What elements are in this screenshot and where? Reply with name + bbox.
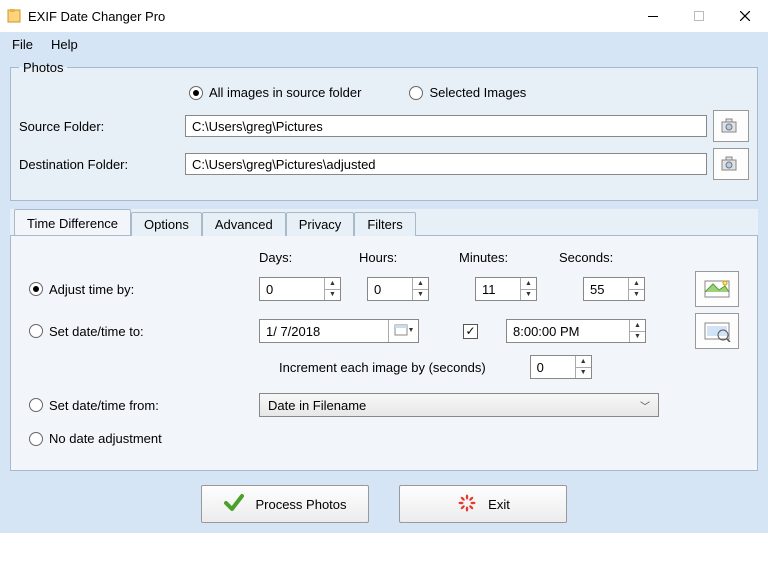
compare-adjust-button[interactable] <box>695 271 739 307</box>
down-arrow-icon[interactable]: ▼ <box>629 290 644 301</box>
exit-button[interactable]: Exit <box>399 485 567 523</box>
down-arrow-icon[interactable]: ▼ <box>325 290 340 301</box>
maximize-button[interactable] <box>676 0 722 32</box>
window-title: EXIF Date Changer Pro <box>28 9 165 24</box>
down-arrow-icon[interactable]: ▼ <box>521 290 536 301</box>
down-arrow-icon[interactable]: ▼ <box>630 332 645 343</box>
tab-filters[interactable]: Filters <box>354 212 415 236</box>
header-hours: Hours: <box>359 250 459 265</box>
close-button[interactable] <box>722 0 768 32</box>
days-value: 0 <box>260 282 324 297</box>
date-picker[interactable]: 1/ 7/2018 <box>259 319 419 343</box>
destination-folder-label: Destination Folder: <box>19 157 179 172</box>
exit-icon <box>456 492 478 517</box>
process-photos-label: Process Photos <box>255 497 346 512</box>
minutes-stepper[interactable]: 11 ▲▼ <box>475 277 537 301</box>
radio-set-datetime-to[interactable]: Set date/time to: <box>29 324 251 339</box>
tab-options[interactable]: Options <box>131 212 202 236</box>
photos-legend: Photos <box>19 60 67 75</box>
header-days: Days: <box>259 250 359 265</box>
chevron-down-icon: ﹀ <box>640 398 650 413</box>
tab-privacy[interactable]: Privacy <box>286 212 355 236</box>
increment-stepper[interactable]: 0 ▲▼ <box>530 355 592 379</box>
radio-none-label: No date adjustment <box>49 431 162 446</box>
hours-stepper[interactable]: 0 ▲▼ <box>367 277 429 301</box>
radio-set-from-label: Set date/time from: <box>49 398 159 413</box>
process-photos-button[interactable]: Process Photos <box>201 485 369 523</box>
time-picker[interactable]: 8:00:00 PM ▲▼ <box>506 319 646 343</box>
radio-no-adjustment[interactable]: No date adjustment <box>29 431 162 446</box>
up-arrow-icon[interactable]: ▲ <box>521 278 536 290</box>
radio-selected-images[interactable]: Selected Images <box>409 85 526 100</box>
source-folder-label: Source Folder: <box>19 119 179 134</box>
tab-time-difference[interactable]: Time Difference <box>14 209 131 235</box>
header-minutes: Minutes: <box>459 250 559 265</box>
radio-adjust-time-by[interactable]: Adjust time by: <box>29 282 251 297</box>
menubar: File Help <box>0 32 768 56</box>
calendar-dropdown-icon[interactable] <box>388 320 418 342</box>
photos-group: Photos All images in source folder Selec… <box>10 60 758 201</box>
up-arrow-icon[interactable]: ▲ <box>413 278 428 290</box>
titlebar: EXIF Date Changer Pro <box>0 0 768 32</box>
set-from-value: Date in Filename <box>268 398 366 413</box>
radio-adjust-label: Adjust time by: <box>49 282 134 297</box>
set-from-combo[interactable]: Date in Filename ﹀ <box>259 393 659 417</box>
tabstrip: Time Difference Options Advanced Privacy… <box>10 209 758 235</box>
hours-value: 0 <box>368 282 412 297</box>
menu-help[interactable]: Help <box>51 37 78 52</box>
seconds-stepper[interactable]: 55 ▲▼ <box>583 277 645 301</box>
days-stepper[interactable]: 0 ▲▼ <box>259 277 341 301</box>
source-folder-input[interactable] <box>185 115 707 137</box>
checkmark-icon <box>223 492 245 517</box>
up-arrow-icon[interactable]: ▲ <box>629 278 644 290</box>
destination-folder-input[interactable] <box>185 153 707 175</box>
browse-source-button[interactable] <box>713 110 749 142</box>
exit-label: Exit <box>488 497 510 512</box>
header-seconds: Seconds: <box>559 250 659 265</box>
up-arrow-icon[interactable]: ▲ <box>576 356 591 368</box>
radio-all-images-label: All images in source folder <box>209 85 361 100</box>
radio-all-images[interactable]: All images in source folder <box>189 85 361 100</box>
down-arrow-icon[interactable]: ▼ <box>576 368 591 379</box>
date-value: 1/ 7/2018 <box>260 324 388 339</box>
menu-file[interactable]: File <box>12 37 33 52</box>
time-value: 8:00:00 PM <box>507 324 629 339</box>
tabpage-time-difference: Days: Hours: Minutes: Seconds: Adjust ti… <box>10 235 758 471</box>
up-arrow-icon[interactable]: ▲ <box>325 278 340 290</box>
increment-value: 0 <box>531 360 575 375</box>
radio-set-to-label: Set date/time to: <box>49 324 144 339</box>
compare-set-button[interactable] <box>695 313 739 349</box>
up-arrow-icon[interactable]: ▲ <box>630 320 645 332</box>
tab-advanced[interactable]: Advanced <box>202 212 286 236</box>
increment-label: Increment each image by (seconds) <box>279 360 486 375</box>
minimize-button[interactable] <box>630 0 676 32</box>
radio-selected-images-label: Selected Images <box>429 85 526 100</box>
browse-destination-button[interactable] <box>713 148 749 180</box>
time-enabled-checkbox[interactable] <box>463 324 478 339</box>
app-icon <box>6 8 22 24</box>
seconds-value: 55 <box>584 282 628 297</box>
minutes-value: 11 <box>476 282 520 297</box>
radio-set-datetime-from[interactable]: Set date/time from: <box>29 398 251 413</box>
down-arrow-icon[interactable]: ▼ <box>413 290 428 301</box>
